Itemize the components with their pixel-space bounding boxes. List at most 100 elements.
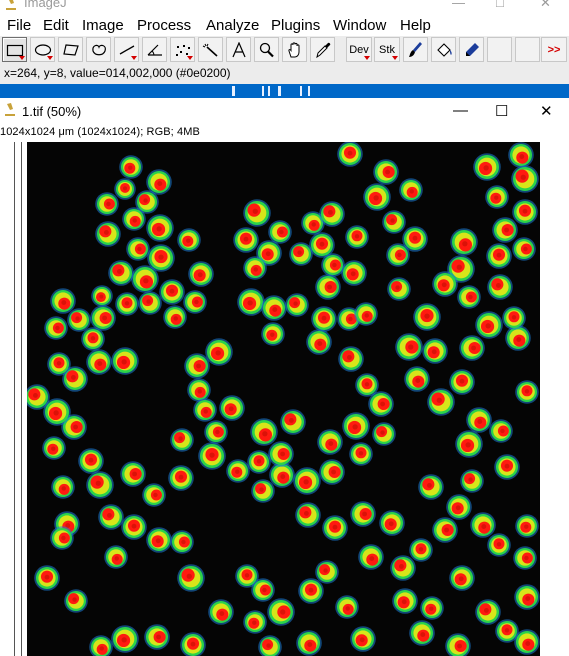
empty-tool-slot[interactable] <box>487 37 512 62</box>
dev-tool-button[interactable]: Dev <box>346 37 372 62</box>
cell <box>95 192 119 216</box>
cell <box>492 217 518 243</box>
imagej-titlebar: ImageJ — □ ✕ <box>0 0 569 14</box>
menu-edit[interactable]: Edit <box>43 17 69 34</box>
cell <box>131 265 159 293</box>
cell <box>86 471 114 499</box>
cell <box>342 412 370 440</box>
cell <box>34 565 60 591</box>
multipoint-icon <box>175 44 190 56</box>
cell <box>379 510 405 536</box>
line-tool-button[interactable] <box>114 37 139 62</box>
rectangle-icon <box>6 44 23 56</box>
cell <box>420 596 444 620</box>
close-icon[interactable]: ✕ <box>540 0 551 11</box>
dropper-icon <box>315 42 330 58</box>
cell <box>108 260 134 286</box>
cell <box>514 629 540 655</box>
close-icon[interactable]: ✕ <box>540 102 553 120</box>
magnifier-icon <box>259 42 274 57</box>
menu-file[interactable]: File <box>7 17 31 34</box>
menu-help[interactable]: Help <box>400 17 431 34</box>
cell <box>120 461 146 487</box>
cell <box>177 228 201 252</box>
freehand-tool-button[interactable] <box>86 37 111 62</box>
cell <box>280 409 306 435</box>
menu-image[interactable]: Image <box>82 17 124 34</box>
cell <box>466 407 492 433</box>
cell <box>168 465 194 491</box>
cell <box>475 599 501 625</box>
cell <box>298 578 324 604</box>
cell <box>409 620 435 646</box>
toolbar: Dev Stk >> <box>0 36 569 64</box>
cell <box>475 311 503 339</box>
wand-tool-button[interactable] <box>198 37 223 62</box>
cell <box>50 526 74 550</box>
image-window-title: 1.tif (50%) <box>22 104 82 119</box>
app-title: ImageJ <box>24 0 67 10</box>
cell <box>341 260 367 286</box>
cell <box>126 237 150 261</box>
dropper-tool-button[interactable] <box>310 37 335 62</box>
cell <box>193 398 217 422</box>
cell <box>261 322 285 346</box>
magnifier-tool-button[interactable] <box>254 37 279 62</box>
cell <box>42 436 66 460</box>
pencil-tool-button[interactable] <box>459 37 484 62</box>
cell <box>508 142 534 168</box>
brush-tool-button[interactable] <box>403 37 428 62</box>
cell <box>317 429 343 455</box>
menu-process[interactable]: Process <box>137 17 191 34</box>
hand-icon <box>287 41 299 57</box>
cell <box>67 308 91 332</box>
image-info: 1024x1024 μm (1024x1024); RGB; 4MB <box>0 126 200 138</box>
cell <box>338 346 364 372</box>
cell <box>319 201 345 227</box>
menu-window[interactable]: Window <box>333 17 386 34</box>
oval-tool-button[interactable] <box>30 37 55 62</box>
cell <box>450 228 478 256</box>
polygon-tool-button[interactable] <box>58 37 83 62</box>
menu-plugins[interactable]: Plugins <box>271 17 320 34</box>
angle-tool-button[interactable] <box>142 37 167 62</box>
cell <box>459 335 485 361</box>
cell <box>111 625 139 653</box>
cell <box>486 243 512 269</box>
microscope-icon <box>4 103 16 117</box>
flood-fill-tool-button[interactable] <box>431 37 456 62</box>
cell <box>64 589 88 613</box>
text-tool-button[interactable] <box>226 37 251 62</box>
hand-tool-button[interactable] <box>282 37 307 62</box>
cell <box>382 210 406 234</box>
empty-tool-slot[interactable] <box>515 37 540 62</box>
cell <box>233 227 259 253</box>
cell <box>335 595 359 619</box>
cell <box>487 533 511 557</box>
pencil-icon <box>465 42 479 56</box>
cells-image[interactable] <box>27 142 540 656</box>
maximize-icon[interactable]: ☐ <box>495 102 508 120</box>
multipoint-tool-button[interactable] <box>170 37 195 62</box>
minimize-icon[interactable]: — <box>452 0 465 10</box>
cell <box>144 624 170 650</box>
cell <box>515 514 539 538</box>
maximize-icon[interactable]: □ <box>496 0 504 10</box>
cell <box>350 501 376 527</box>
cell <box>368 391 394 417</box>
cell <box>170 530 194 554</box>
cell <box>91 285 113 307</box>
cell <box>142 483 166 507</box>
cell <box>413 303 441 331</box>
cell <box>387 277 411 301</box>
more-tools-button[interactable]: >> <box>541 37 567 62</box>
rectangle-tool-button[interactable] <box>2 37 27 62</box>
cell <box>237 288 265 316</box>
stk-tool-button[interactable]: Stk <box>374 37 400 62</box>
menu-analyze[interactable]: Analyze <box>206 17 259 34</box>
text-icon <box>231 41 246 57</box>
cell <box>409 538 433 562</box>
cell <box>261 295 287 321</box>
minimize-icon[interactable]: — <box>453 102 468 119</box>
cell <box>386 243 410 267</box>
